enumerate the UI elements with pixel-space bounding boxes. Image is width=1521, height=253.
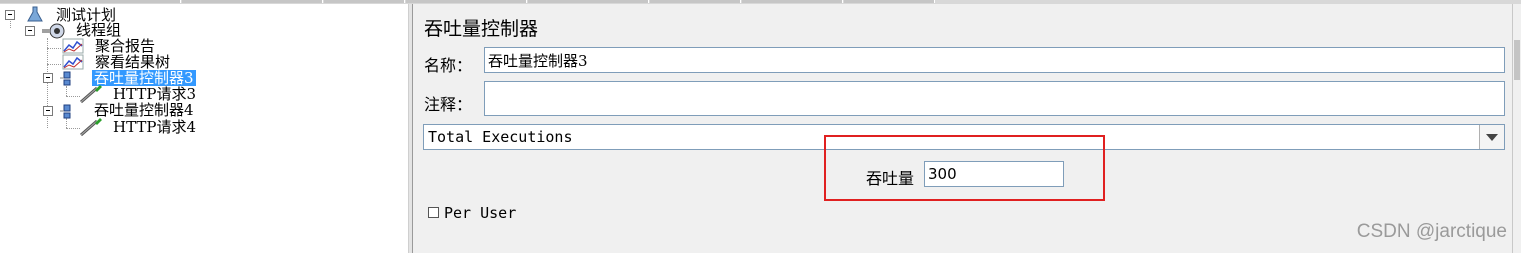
per-user-checkbox[interactable] <box>428 207 439 218</box>
per-user-label[interactable]: Per User <box>444 204 516 222</box>
watermark: CSDN @jarctique <box>1356 221 1507 242</box>
listener-graph-icon <box>62 54 84 70</box>
panel-title: 吞吐量控制器 <box>424 18 539 40</box>
comment-field[interactable] <box>484 81 1505 116</box>
tree-node-http-request-3[interactable]: HTTP请求3 <box>113 86 196 102</box>
tree-connector <box>47 48 61 49</box>
tree-node-view-results-tree[interactable]: 察看结果树 <box>95 54 170 70</box>
collapse-toggle[interactable] <box>43 73 53 83</box>
collapse-toggle[interactable] <box>5 10 15 20</box>
name-label: 名称： <box>424 56 473 75</box>
collapse-toggle[interactable] <box>25 26 35 36</box>
comment-label: 注释： <box>424 95 473 114</box>
thread-group-gear-icon <box>42 23 65 39</box>
vertical-scrollbar[interactable] <box>1512 4 1521 253</box>
name-field[interactable] <box>484 47 1505 73</box>
tree-connector <box>66 86 67 96</box>
jmeter-window: 测试计划 线程组 聚合报告 察看结果树 吞吐量控制器3 HTTP请求3 吞吐量控… <box>0 0 1521 253</box>
throughput-label: 吞吐量 <box>866 169 915 188</box>
tree-node-aggregate-report[interactable]: 聚合报告 <box>95 38 155 54</box>
sampler-pipette-icon <box>80 118 102 137</box>
execution-mode-value: Total Executions <box>428 128 573 146</box>
collapse-toggle[interactable] <box>43 106 53 116</box>
chevron-down-icon[interactable] <box>1479 125 1504 149</box>
tree-connector <box>47 64 61 65</box>
tree-node-throughput-controller-4[interactable]: 吞吐量控制器4 <box>94 102 194 118</box>
tree-node-throughput-controller-3[interactable]: 吞吐量控制器3 <box>92 70 196 86</box>
tree-node-thread-group[interactable]: 线程组 <box>76 22 121 38</box>
tree-node-http-request-4[interactable]: HTTP请求4 <box>113 119 196 135</box>
throughput-input[interactable] <box>924 161 1064 187</box>
listener-graph-icon <box>62 38 84 54</box>
